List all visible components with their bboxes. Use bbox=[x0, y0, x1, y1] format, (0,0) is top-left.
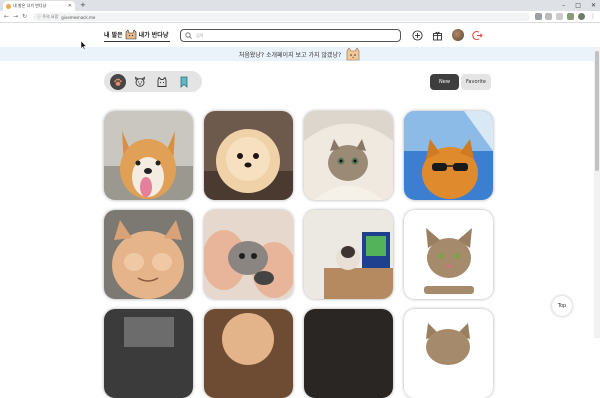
scrollbar[interactable] bbox=[594, 47, 600, 338]
browser-tab[interactable]: 내 발은 너가 반다냥 ✕ bbox=[3, 1, 75, 11]
kitten-in-hands-photo bbox=[204, 210, 293, 299]
back-icon[interactable]: ← bbox=[4, 11, 9, 23]
kitten-blanket-photo bbox=[304, 111, 393, 200]
site-logo[interactable]: 내 발은 내가 반다냥 bbox=[104, 29, 168, 40]
extension-icon[interactable] bbox=[567, 13, 574, 20]
filter-bookmark-button[interactable] bbox=[176, 74, 192, 90]
sort-new-button[interactable]: New bbox=[430, 74, 459, 90]
site-info-icon[interactable]: ⓘ 주의 요함 bbox=[37, 14, 58, 20]
profile-avatar[interactable] bbox=[578, 13, 585, 20]
post-card[interactable] bbox=[204, 309, 293, 398]
post-card[interactable] bbox=[304, 111, 393, 200]
tab-title: 내 발은 너가 반다냥 bbox=[13, 3, 47, 8]
post-card[interactable] bbox=[304, 210, 393, 299]
gift-box-icon[interactable] bbox=[432, 30, 443, 41]
reload-icon[interactable]: ↻ bbox=[22, 11, 27, 23]
logo-text-right: 내가 반다냥 bbox=[138, 32, 169, 39]
filter-cat-button[interactable] bbox=[154, 74, 170, 90]
translate-icon[interactable] bbox=[535, 13, 542, 20]
pomeranian-photo bbox=[204, 111, 293, 200]
sort-favorite-button[interactable]: Favorite bbox=[461, 74, 491, 90]
window-controls: – □ ✕ bbox=[562, 0, 596, 11]
search-input[interactable]: 검색 bbox=[180, 29, 401, 42]
site-header: 내 발은 내가 반다냥 검색 bbox=[0, 23, 600, 47]
tabby-cat-photo bbox=[404, 210, 493, 299]
scroll-top-button[interactable]: Top bbox=[552, 296, 572, 316]
filter-dog-button[interactable] bbox=[132, 74, 148, 90]
search-placeholder: 검색 bbox=[196, 32, 204, 38]
dog-face-icon bbox=[134, 76, 146, 87]
scrollbar-thumb[interactable] bbox=[595, 51, 599, 171]
bookmark-icon bbox=[180, 76, 188, 88]
cat-mascot-icon bbox=[346, 47, 360, 61]
post-card[interactable] bbox=[404, 111, 493, 200]
post-card[interactable] bbox=[104, 111, 193, 200]
cat-on-shelf-photo bbox=[304, 210, 393, 299]
close-window-button[interactable]: ✕ bbox=[591, 0, 596, 11]
intro-banner[interactable]: 처음왔냥? 소개페이지 보고 가지 않겠냥? bbox=[0, 47, 600, 61]
post-card[interactable] bbox=[104, 210, 193, 299]
filter-all-button[interactable] bbox=[110, 73, 126, 90]
search-icon bbox=[185, 32, 192, 39]
cat-paws-face-photo bbox=[104, 210, 193, 299]
logo-underline bbox=[104, 41, 170, 42]
address-bar[interactable]: ⓘ 주의 요함 givemesnack.me bbox=[33, 13, 530, 21]
post-card[interactable] bbox=[404, 309, 493, 398]
pomeranian-photo-2 bbox=[204, 309, 293, 398]
cat-face-icon bbox=[157, 76, 167, 87]
bookmark-star-icon[interactable] bbox=[545, 13, 552, 20]
address-url: givemesnack.me bbox=[61, 14, 96, 20]
user-avatar[interactable] bbox=[452, 29, 464, 41]
dark-photo bbox=[304, 309, 393, 398]
tab-close-icon[interactable]: ✕ bbox=[68, 2, 72, 10]
corgi-photo bbox=[104, 111, 193, 200]
browser-menu-icon[interactable]: ⋮ bbox=[590, 11, 596, 23]
post-card[interactable] bbox=[204, 210, 293, 299]
minimize-button[interactable]: – bbox=[562, 0, 565, 11]
add-post-icon[interactable] bbox=[412, 30, 423, 41]
logo-text-left: 내 발은 bbox=[104, 32, 123, 39]
category-filter-group bbox=[104, 71, 202, 92]
mouse-cursor-icon bbox=[81, 41, 87, 50]
logout-icon[interactable] bbox=[472, 30, 483, 41]
cat-logo-icon bbox=[125, 29, 136, 40]
favicon-icon bbox=[6, 3, 11, 9]
tabby-cat-photo-2 bbox=[404, 309, 493, 398]
banner-text: 처음왔냥? 소개페이지 보고 가지 않겠냥? bbox=[238, 51, 342, 59]
post-card[interactable] bbox=[404, 210, 493, 299]
post-card[interactable] bbox=[204, 111, 293, 200]
paw-icon bbox=[114, 78, 122, 86]
post-card[interactable] bbox=[304, 309, 393, 398]
orange-cat-sunglasses-photo bbox=[404, 111, 493, 200]
browser-toolbar: ← → ↻ ⓘ 주의 요함 givemesnack.me ⋮ bbox=[0, 11, 600, 23]
extension-icon[interactable] bbox=[556, 13, 563, 20]
post-card[interactable] bbox=[104, 309, 193, 398]
dark-cat-photo bbox=[104, 309, 193, 398]
new-tab-button[interactable]: + bbox=[80, 0, 86, 11]
browser-tab-bar: 내 발은 너가 반다냥 ✕ + – □ ✕ bbox=[0, 0, 600, 11]
maximize-button[interactable]: □ bbox=[575, 0, 581, 11]
forward-icon[interactable]: → bbox=[13, 11, 18, 23]
